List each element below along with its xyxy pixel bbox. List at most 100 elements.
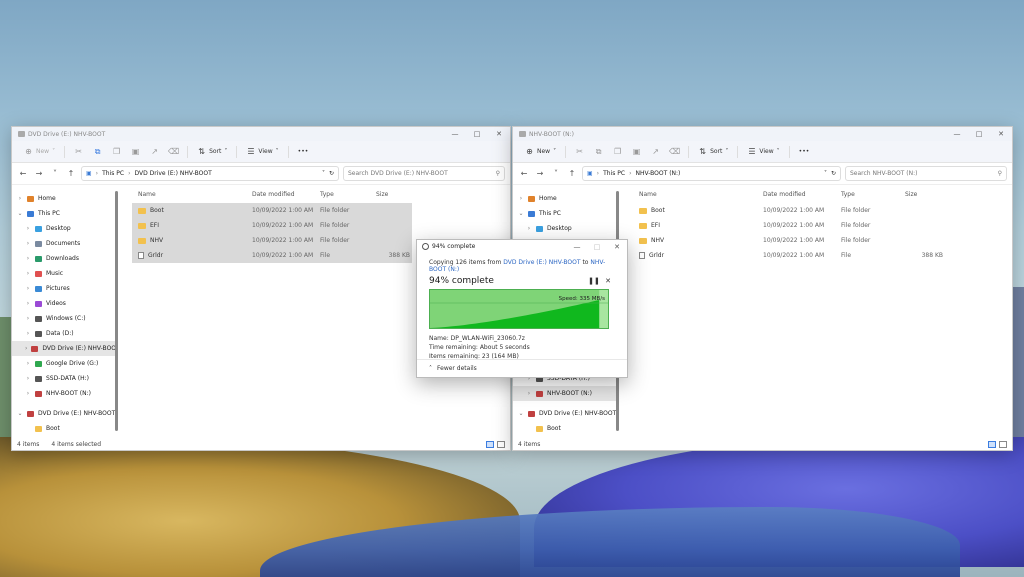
refresh-icon[interactable]: ↻ <box>329 170 334 177</box>
recent-chevron-icon[interactable]: ˅ <box>49 169 61 178</box>
expand-chevron-icon[interactable]: ⌄ <box>17 210 23 217</box>
cut-button[interactable]: ✂ <box>570 144 589 160</box>
rename-button[interactable]: ▣ <box>627 144 646 160</box>
expand-chevron-icon[interactable]: › <box>25 345 27 352</box>
expand-chevron-icon[interactable]: › <box>25 375 31 382</box>
share-button[interactable]: ↗ <box>145 144 164 160</box>
expand-chevron-icon[interactable]: › <box>17 195 23 202</box>
new-button[interactable]: ⊕ New ˅ <box>520 144 561 160</box>
expand-chevron-icon[interactable]: › <box>25 330 31 337</box>
up-arrow-icon[interactable]: ↑ <box>65 169 77 178</box>
table-row[interactable]: Boot 10/09/2022 1:00 AM File folder <box>633 203 945 218</box>
sidebar-item[interactable]: › Desktop <box>513 221 619 236</box>
sidebar-item[interactable]: ⌄ DVD Drive (E:) NHV-BOOT <box>12 406 118 421</box>
up-arrow-icon[interactable]: ↑ <box>566 169 578 178</box>
table-row[interactable]: Grldr 10/09/2022 1:00 AM File 388 KB <box>633 248 945 263</box>
sidebar-item[interactable]: › Music <box>12 266 118 281</box>
search-input[interactable]: Search DVD Drive (E:) NHV-BOOT ⚲ <box>343 166 505 181</box>
breadcrumb-current[interactable]: NHV-BOOT (N:) <box>635 170 680 177</box>
back-arrow-icon[interactable]: ← <box>518 169 530 178</box>
rename-button[interactable]: ▣ <box>126 144 145 160</box>
source-link[interactable]: DVD Drive (E:) NHV-BOOT <box>503 259 580 266</box>
sort-button[interactable]: ⇅ Sort ˅ <box>192 144 232 160</box>
sidebar-item[interactable]: › NHV-BOOT (N:) <box>12 386 118 401</box>
expand-chevron-icon[interactable]: › <box>25 255 31 262</box>
sidebar-item[interactable]: › Downloads <box>12 251 118 266</box>
address-dropdown-icon[interactable]: ˅ <box>322 170 325 177</box>
table-row[interactable]: Grldr 10/09/2022 1:00 AM File 388 KB <box>132 248 412 263</box>
forward-arrow-icon[interactable]: → <box>33 169 45 178</box>
refresh-icon[interactable]: ↻ <box>831 170 836 177</box>
close-button[interactable]: ✕ <box>607 243 627 251</box>
table-row[interactable]: NHV 10/09/2022 1:00 AM File folder <box>132 233 412 248</box>
address-dropdown-icon[interactable]: ˅ <box>824 170 827 177</box>
column-header[interactable]: Size <box>376 191 412 198</box>
more-options-button[interactable]: ••• <box>794 144 815 160</box>
expand-chevron-icon[interactable]: › <box>25 390 31 397</box>
expand-chevron-icon[interactable]: ⌄ <box>518 410 524 417</box>
tiles-view-icon[interactable] <box>999 441 1007 448</box>
pause-button[interactable]: ❚❚ <box>587 277 601 285</box>
expand-chevron-icon[interactable]: › <box>25 240 31 247</box>
column-header[interactable]: Size <box>905 191 945 198</box>
expand-chevron-icon[interactable]: › <box>25 225 31 232</box>
paste-button[interactable]: ❐ <box>608 144 627 160</box>
sidebar-item[interactable]: › DVD Drive (E:) NHV-BOOT <box>12 341 118 356</box>
expand-chevron-icon[interactable]: › <box>25 270 31 277</box>
sidebar-item[interactable]: › Data (D:) <box>12 326 118 341</box>
sidebar-item[interactable]: › Google Drive (G:) <box>12 356 118 371</box>
title-bar[interactable]: DVD Drive (E:) NHV-BOOT — □ ✕ <box>12 127 510 141</box>
share-button[interactable]: ↗ <box>646 144 665 160</box>
column-header[interactable]: Type <box>320 191 376 198</box>
details-view-icon[interactable] <box>486 441 494 448</box>
maximize-button[interactable]: □ <box>968 127 990 141</box>
back-arrow-icon[interactable]: ← <box>17 169 29 178</box>
minimize-button[interactable]: — <box>444 127 466 141</box>
copy-button[interactable]: ⧉ <box>589 144 608 160</box>
sidebar-item[interactable]: › Home <box>12 191 118 206</box>
table-row[interactable]: EFI 10/09/2022 1:00 AM File folder <box>633 218 945 233</box>
breadcrumb-this-pc[interactable]: This PC <box>102 170 124 177</box>
cut-button[interactable]: ✂ <box>69 144 88 160</box>
address-bar[interactable]: ▣ › This PC › DVD Drive (E:) NHV-BOOT ˅ … <box>81 166 339 181</box>
close-button[interactable]: ✕ <box>488 127 510 141</box>
cancel-button[interactable]: ✕ <box>601 277 615 285</box>
delete-button[interactable]: ⌫ <box>665 144 684 160</box>
breadcrumb-current[interactable]: DVD Drive (E:) NHV-BOOT <box>134 170 211 177</box>
details-view-icon[interactable] <box>988 441 996 448</box>
new-button[interactable]: ⊕ New ˅ <box>19 144 60 160</box>
minimize-button[interactable]: — <box>946 127 968 141</box>
recent-chevron-icon[interactable]: ˅ <box>550 169 562 178</box>
expand-chevron-icon[interactable]: › <box>25 300 31 307</box>
view-button[interactable]: ☰ View ˅ <box>742 144 784 160</box>
expand-chevron-icon[interactable]: › <box>526 390 532 397</box>
sidebar-item[interactable]: ⌄ This PC <box>12 206 118 221</box>
close-button[interactable]: ✕ <box>990 127 1012 141</box>
sidebar-item[interactable]: › SSD-DATA (H:) <box>12 371 118 386</box>
column-header[interactable]: Name <box>633 191 763 198</box>
address-bar[interactable]: ▣ › This PC › NHV-BOOT (N:) ˅ ↻ <box>582 166 841 181</box>
maximize-button[interactable]: □ <box>466 127 488 141</box>
maximize-button[interactable]: □ <box>587 243 607 251</box>
expand-chevron-icon[interactable]: › <box>25 285 31 292</box>
copy-progress-dialog[interactable]: 94% complete — □ ✕ Copying 126 items fro… <box>416 239 628 378</box>
tiles-view-icon[interactable] <box>497 441 505 448</box>
sidebar-item[interactable]: Boot <box>513 421 619 436</box>
sidebar-item[interactable]: › Documents <box>12 236 118 251</box>
column-header[interactable]: Date modified <box>763 191 841 198</box>
column-header[interactable]: Name <box>132 191 252 198</box>
delete-button[interactable]: ⌫ <box>164 144 183 160</box>
sidebar-item[interactable]: › Pictures <box>12 281 118 296</box>
sidebar-item[interactable]: ⌄ DVD Drive (E:) NHV-BOOT <box>513 406 619 421</box>
forward-arrow-icon[interactable]: → <box>534 169 546 178</box>
sidebar-item[interactable]: › Desktop <box>12 221 118 236</box>
sidebar-item[interactable]: › Home <box>513 191 619 206</box>
column-header[interactable]: Type <box>841 191 905 198</box>
copy-button[interactable]: ⧉ <box>88 144 107 160</box>
table-row[interactable]: NHV 10/09/2022 1:00 AM File folder <box>633 233 945 248</box>
dialog-title-bar[interactable]: 94% complete — □ ✕ <box>417 240 627 253</box>
title-bar[interactable]: NHV-BOOT (N:) — □ ✕ <box>513 127 1012 141</box>
fewer-details-button[interactable]: ˄ Fewer details <box>417 359 627 377</box>
search-input[interactable]: Search NHV-BOOT (N:) ⚲ <box>845 166 1007 181</box>
column-header[interactable]: Date modified <box>252 191 320 198</box>
